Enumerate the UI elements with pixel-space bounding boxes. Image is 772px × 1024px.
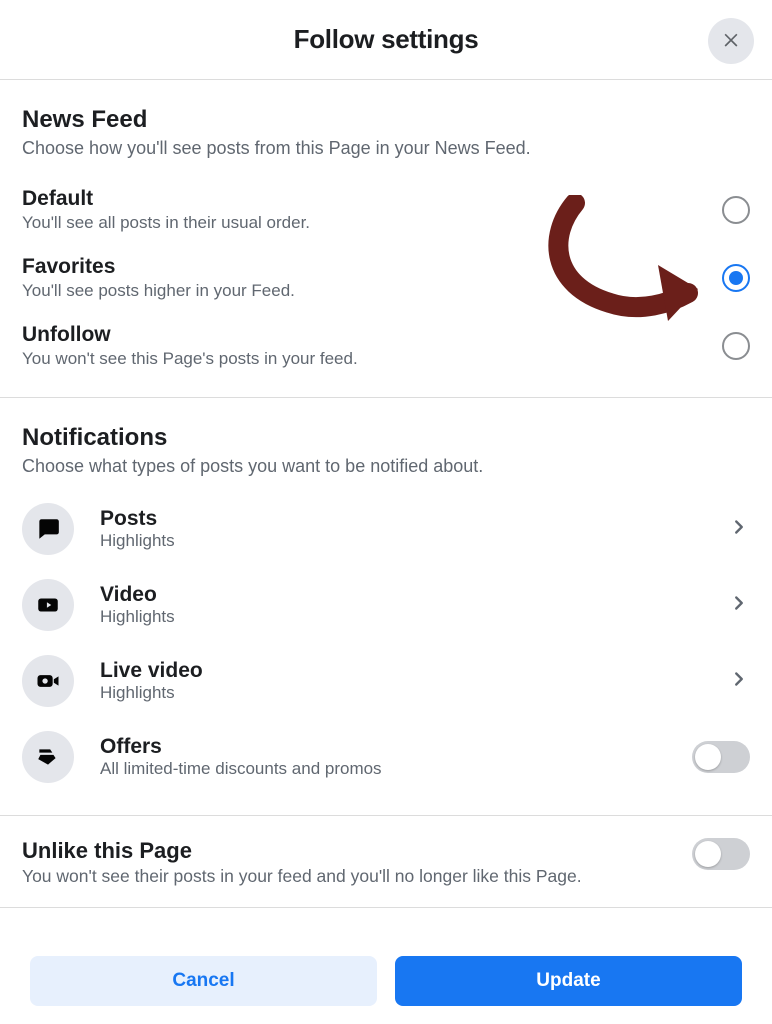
- chevron-right-icon: [728, 516, 750, 543]
- option-title: Default: [22, 187, 310, 211]
- row-sub: Highlights: [100, 607, 718, 627]
- dialog-footer: Cancel Update: [0, 940, 772, 1024]
- row-sub: All limited-time discounts and promos: [100, 759, 692, 779]
- dialog-title: Follow settings: [294, 24, 479, 55]
- option-title: Favorites: [22, 255, 295, 279]
- radio-unfollow[interactable]: [722, 332, 750, 360]
- video-icon: [22, 579, 74, 631]
- chevron-right-icon: [728, 668, 750, 695]
- newsfeed-option-unfollow[interactable]: Unfollow You won't see this Page's posts…: [22, 309, 750, 377]
- live-video-icon: [22, 655, 74, 707]
- newsfeed-option-favorites[interactable]: Favorites You'll see posts higher in you…: [22, 241, 750, 309]
- unlike-section: Unlike this Page You won't see their pos…: [0, 816, 772, 908]
- notification-row-live-video[interactable]: Live video Highlights: [22, 643, 750, 719]
- notifications-heading: Notifications: [22, 424, 750, 452]
- dialog-header: Follow settings: [0, 0, 772, 80]
- notification-row-offers[interactable]: Offers All limited-time discounts and pr…: [22, 719, 750, 795]
- row-title: Posts: [100, 507, 718, 531]
- newsfeed-option-default[interactable]: Default You'll see all posts in their us…: [22, 173, 750, 241]
- posts-icon: [22, 503, 74, 555]
- option-title: Unfollow: [22, 323, 358, 347]
- unlike-toggle[interactable]: [692, 838, 750, 870]
- notifications-section: Notifications Choose what types of posts…: [0, 398, 772, 816]
- close-button[interactable]: [708, 18, 754, 64]
- row-title: Offers: [100, 735, 692, 759]
- chevron-right-icon: [728, 592, 750, 619]
- option-sub: You'll see all posts in their usual orde…: [22, 213, 310, 233]
- unlike-sub: You won't see their posts in your feed a…: [22, 866, 582, 887]
- row-title: Video: [100, 583, 718, 607]
- row-title: Live video: [100, 659, 718, 683]
- newsfeed-section: News Feed Choose how you'll see posts fr…: [0, 80, 772, 398]
- row-sub: Highlights: [100, 683, 718, 703]
- notification-row-posts[interactable]: Posts Highlights: [22, 491, 750, 567]
- update-button[interactable]: Update: [395, 956, 742, 1006]
- notifications-desc: Choose what types of posts you want to b…: [22, 456, 750, 477]
- newsfeed-desc: Choose how you'll see posts from this Pa…: [22, 138, 750, 159]
- close-icon: [721, 29, 741, 54]
- cancel-button[interactable]: Cancel: [30, 956, 377, 1006]
- unlike-title: Unlike this Page: [22, 838, 582, 864]
- row-sub: Highlights: [100, 531, 718, 551]
- option-sub: You'll see posts higher in your Feed.: [22, 281, 295, 301]
- option-sub: You won't see this Page's posts in your …: [22, 349, 358, 369]
- radio-default[interactable]: [722, 196, 750, 224]
- offers-icon: [22, 731, 74, 783]
- offers-toggle[interactable]: [692, 741, 750, 773]
- radio-favorites[interactable]: [722, 264, 750, 292]
- newsfeed-heading: News Feed: [22, 106, 750, 134]
- notification-row-video[interactable]: Video Highlights: [22, 567, 750, 643]
